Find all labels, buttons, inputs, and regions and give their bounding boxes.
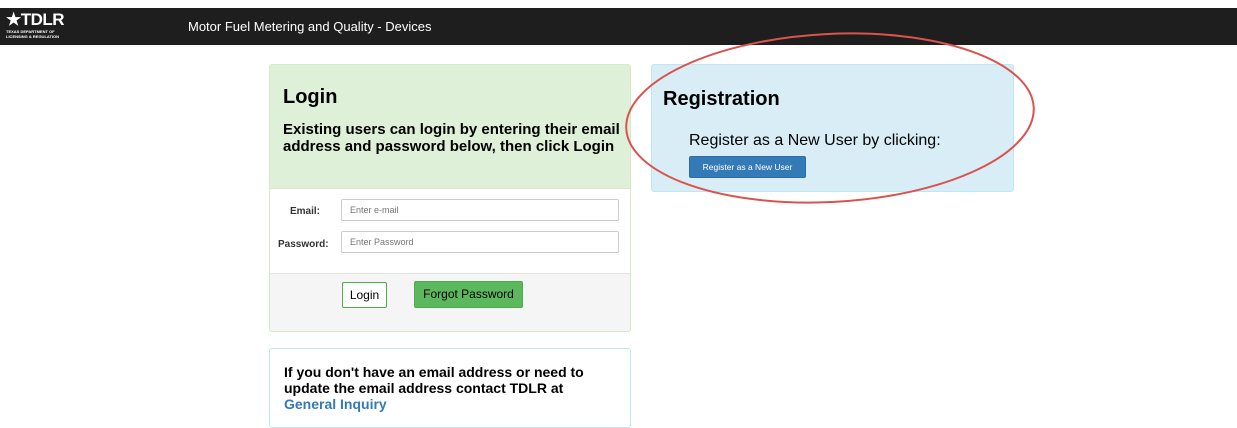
email-field[interactable] xyxy=(341,199,619,221)
login-panel-header: Login Existing users can login by enteri… xyxy=(270,65,630,189)
forgot-password-button[interactable]: Forgot Password xyxy=(414,281,523,308)
top-navbar: ★TDLR TEXAS DEPARTMENT OF LICENSING & RE… xyxy=(0,8,1237,45)
login-form: Email: Password: xyxy=(270,189,630,274)
email-help-text: If you don't have an email address or ne… xyxy=(284,364,584,412)
login-panel: Login Existing users can login by enteri… xyxy=(269,64,631,332)
login-description: Existing users can login by entering the… xyxy=(283,121,620,155)
register-new-user-button[interactable]: Register as a New User xyxy=(689,156,806,178)
general-inquiry-link[interactable]: General Inquiry xyxy=(284,396,387,412)
logo-subtext-line2: LICENSING & REGULATION xyxy=(6,33,60,39)
logo-text: ★TDLR xyxy=(6,10,65,29)
login-title: Login xyxy=(283,86,338,108)
email-help-message: If you don't have an email address or ne… xyxy=(284,364,584,396)
app-title: Motor Fuel Metering and Quality - Device… xyxy=(188,19,432,34)
email-label: Email: xyxy=(289,206,320,217)
registration-description: Register as a New User by clicking: xyxy=(689,132,941,149)
logo-subtext: TEXAS DEPARTMENT OF LICENSING & REGULATI… xyxy=(6,29,60,39)
registration-title: Registration xyxy=(663,88,780,110)
registration-panel: Registration Register as a New User by c… xyxy=(651,64,1014,192)
password-label: Password: xyxy=(278,239,329,250)
texas-star-icon: ★ xyxy=(6,10,21,29)
email-help-panel: If you don't have an email address or ne… xyxy=(269,348,631,428)
password-field[interactable] xyxy=(341,231,619,253)
login-button[interactable]: Login xyxy=(342,282,387,308)
tdlr-logo[interactable]: ★TDLR TEXAS DEPARTMENT OF LICENSING & RE… xyxy=(6,11,65,41)
